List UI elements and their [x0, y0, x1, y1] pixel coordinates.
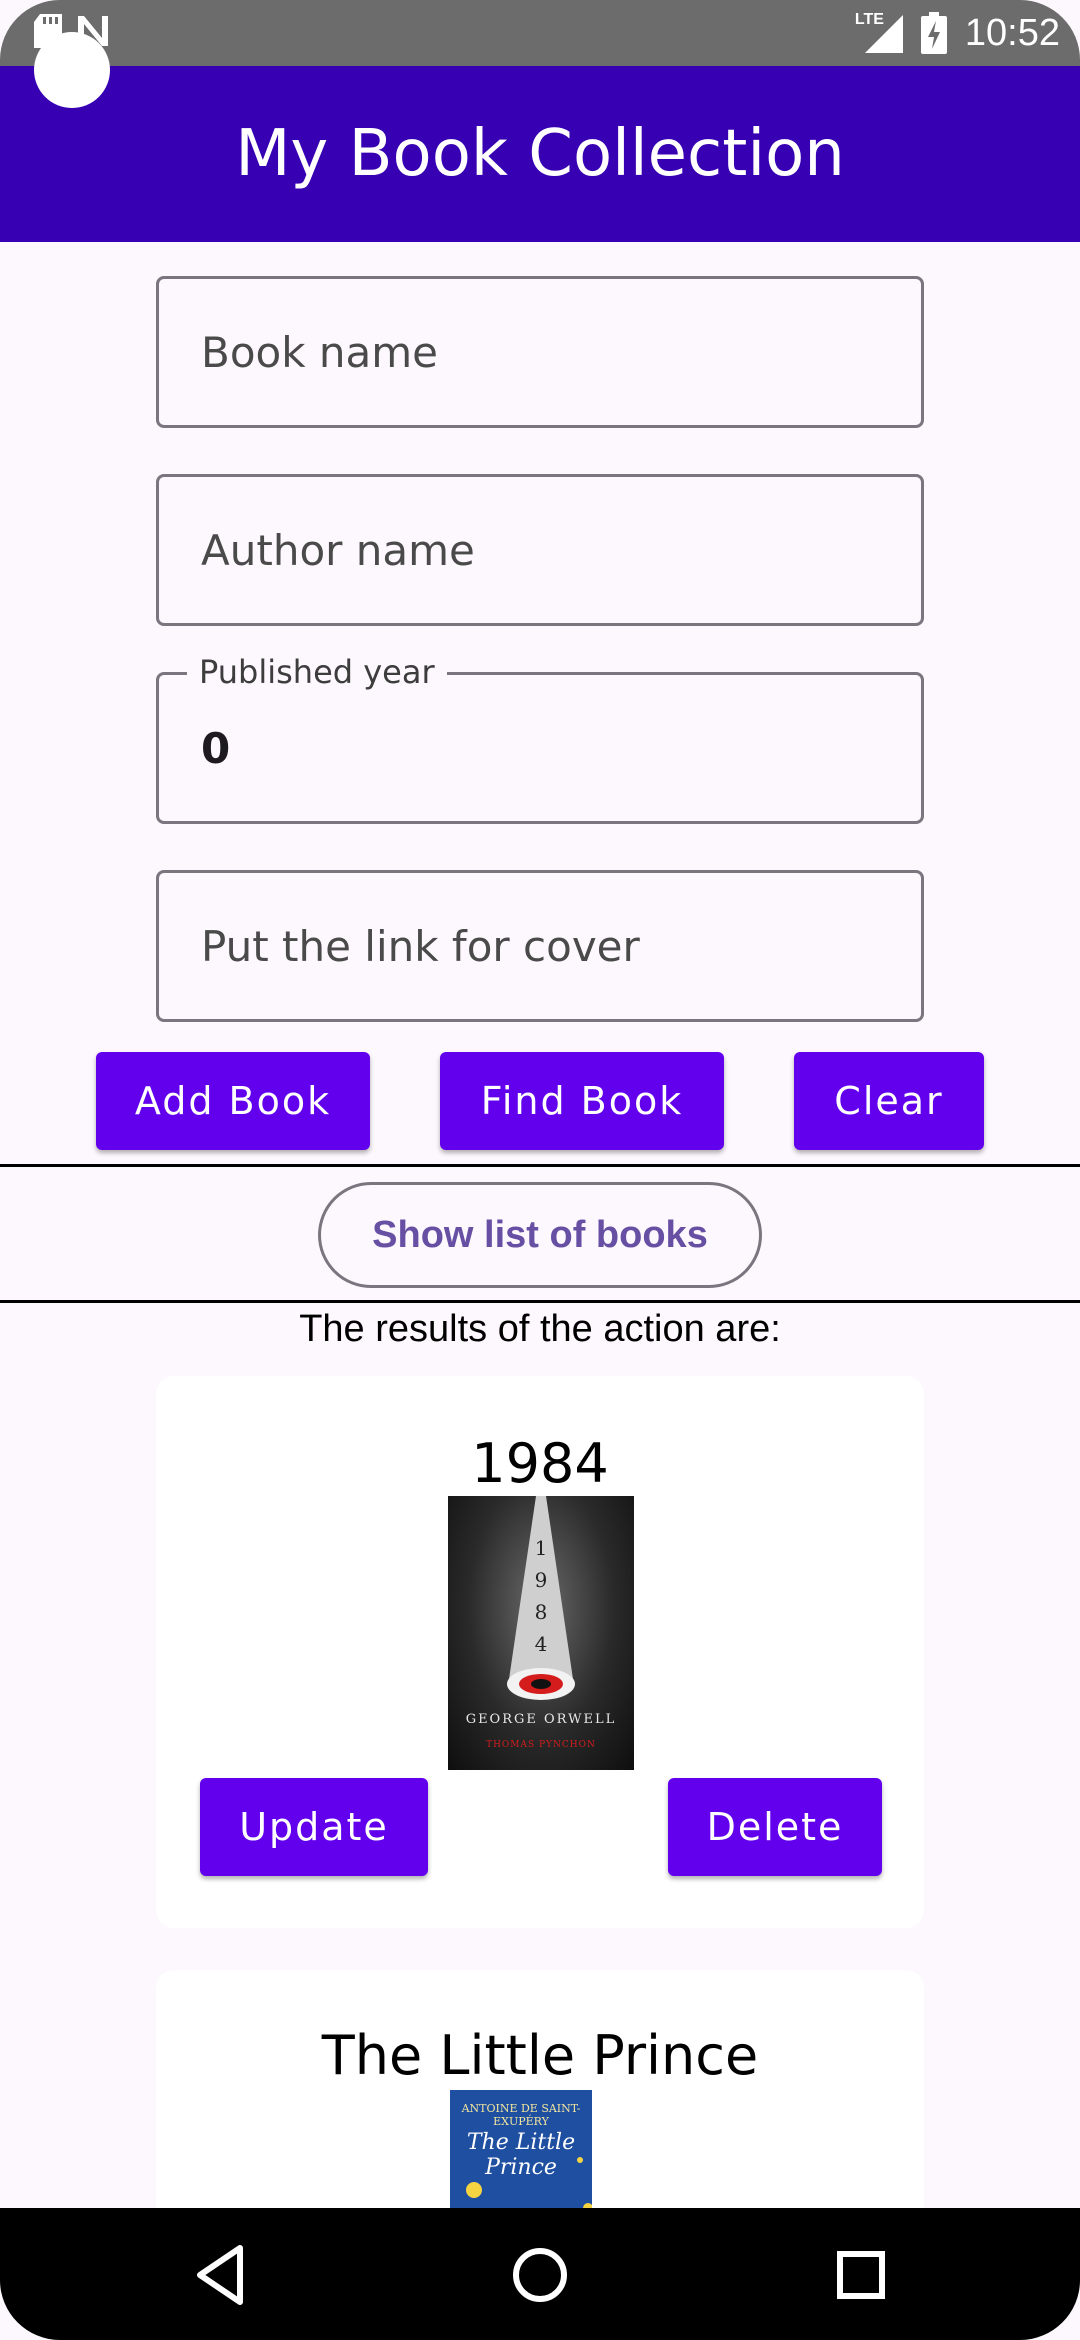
book-title: 1984 — [471, 1432, 609, 1495]
recents-icon[interactable] — [826, 2240, 896, 2310]
home-icon[interactable] — [505, 2240, 575, 2310]
cover-author: GEORGE ORWELL — [465, 1712, 617, 1727]
divider-bottom — [0, 1300, 1080, 1303]
app-title: My Book Collection — [235, 117, 845, 191]
camera-cutout — [34, 32, 110, 108]
cover-link-field[interactable] — [156, 870, 924, 1022]
navigation-bar — [0, 2208, 1080, 2340]
status-bar: LTE 10:52 — [0, 0, 1080, 66]
add-book-button[interactable]: Add Book — [96, 1052, 370, 1150]
author-name-field[interactable] — [156, 474, 924, 626]
show-list-button[interactable]: Show list of books — [318, 1182, 762, 1288]
cover-foreword: THOMAS PYNCHON — [486, 1740, 596, 1750]
status-time: 10:52 — [964, 11, 1060, 54]
status-right-icons: LTE 10:52 — [855, 8, 1060, 58]
find-book-button[interactable]: Find Book — [440, 1052, 724, 1150]
signal-icon: LTE — [855, 11, 903, 53]
book-title: The Little Prince — [321, 2024, 759, 2087]
battery-icon — [920, 12, 947, 54]
divider-top — [0, 1164, 1080, 1167]
cover-numeral: 1 — [534, 1536, 548, 1560]
app-bar: My Book Collection — [0, 66, 1080, 242]
update-button[interactable]: Update — [200, 1778, 428, 1876]
book-card: 1984 1 9 8 4 GEORGE ORWELL THOMAS PYNCHO… — [156, 1376, 924, 1928]
cover-numeral: 8 — [534, 1600, 548, 1624]
book-name-field[interactable] — [156, 276, 924, 428]
cover-numeral: 4 — [534, 1632, 548, 1656]
published-year-field[interactable]: Published year — [156, 653, 924, 824]
published-year-input[interactable] — [159, 675, 921, 821]
clear-button[interactable]: Clear — [794, 1052, 984, 1150]
cover-link-input[interactable] — [159, 873, 921, 1019]
cover-numeral: 9 — [534, 1568, 548, 1592]
book-name-input[interactable] — [159, 279, 921, 425]
author-name-input[interactable] — [159, 477, 921, 623]
results-label: The results of the action are: — [299, 1308, 781, 1350]
back-icon[interactable] — [186, 2240, 256, 2310]
delete-button[interactable]: Delete — [668, 1778, 882, 1876]
book-cover-image: 1 9 8 4 GEORGE ORWELL THOMAS PYNCHON — [448, 1496, 634, 1770]
